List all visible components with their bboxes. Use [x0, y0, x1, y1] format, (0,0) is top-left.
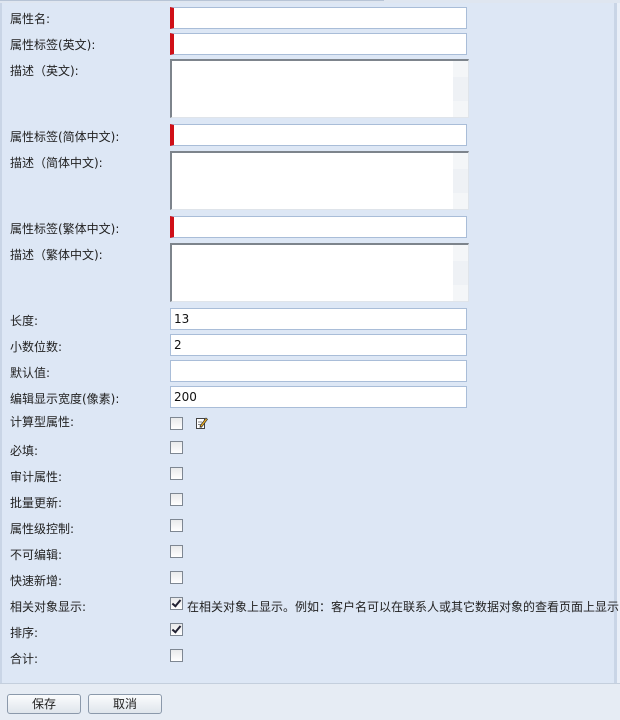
- sort-label: 排序:: [10, 626, 39, 640]
- display-width-input[interactable]: 200: [170, 386, 467, 408]
- length-label: 长度:: [10, 314, 39, 328]
- top-tab-line: [0, 0, 384, 1]
- batch-update-label: 批量更新:: [10, 496, 63, 510]
- computed-checkbox[interactable]: [170, 417, 183, 430]
- desc-en-scrollbar[interactable]: [453, 61, 468, 117]
- desc-zh-cn-scrollbar[interactable]: [453, 153, 468, 209]
- quick-add-label: 快速新增:: [10, 574, 63, 588]
- desc-zh-tw-scrollbar[interactable]: [453, 245, 468, 301]
- desc-zh-cn-textarea[interactable]: [170, 151, 469, 210]
- desc-en-textarea[interactable]: [170, 59, 469, 118]
- cancel-button[interactable]: 取消: [88, 694, 162, 714]
- related-display-label: 相关对象显示:: [10, 600, 87, 614]
- form-footer: 保存 取消: [0, 683, 620, 720]
- audit-label: 审计属性:: [10, 470, 63, 484]
- computed-label: 计算型属性:: [10, 415, 75, 429]
- label-en-input[interactable]: [170, 33, 467, 55]
- attribute-form: 属性名: 属性标签(英文): 描述（英文): 属性标签(简体中文): 描述（简体…: [0, 3, 620, 683]
- decimals-label: 小数位数:: [10, 340, 63, 354]
- decimals-input[interactable]: 2: [170, 334, 467, 356]
- not-editable-label: 不可编辑:: [10, 548, 63, 562]
- sort-checkbox[interactable]: [170, 623, 183, 636]
- desc-zh-tw-textarea[interactable]: [170, 243, 469, 302]
- required-label: 必填:: [10, 444, 39, 458]
- display-width-label: 编辑显示宽度(像素):: [10, 392, 120, 406]
- desc-zh-cn-label: 描述（简体中文):: [10, 156, 103, 170]
- label-zh-cn-label: 属性标签(简体中文):: [10, 130, 120, 144]
- label-zh-tw-input[interactable]: [170, 216, 467, 238]
- related-display-checkbox[interactable]: [170, 597, 183, 610]
- audit-checkbox[interactable]: [170, 467, 183, 480]
- quick-add-checkbox[interactable]: [170, 571, 183, 584]
- desc-en-label: 描述（英文):: [10, 64, 79, 78]
- total-label: 合计:: [10, 652, 39, 666]
- total-checkbox[interactable]: [170, 649, 183, 662]
- not-editable-checkbox[interactable]: [170, 545, 183, 558]
- attr-level-control-checkbox[interactable]: [170, 519, 183, 532]
- label-en-label: 属性标签(英文):: [10, 38, 96, 52]
- desc-zh-tw-label: 描述（繁体中文):: [10, 248, 103, 262]
- batch-update-checkbox[interactable]: [170, 493, 183, 506]
- length-input[interactable]: 13: [170, 308, 467, 330]
- attr-name-label: 属性名:: [10, 12, 51, 26]
- attr-name-input[interactable]: [170, 7, 467, 29]
- required-checkbox[interactable]: [170, 441, 183, 454]
- default-value-label: 默认值:: [10, 366, 51, 380]
- pencil-edit-icon[interactable]: [195, 416, 208, 429]
- related-display-description: 在相关对象上显示。例如：客户名可以在联系人或其它数据对象的查看页面上显示: [187, 600, 620, 614]
- default-value-input[interactable]: [170, 360, 467, 382]
- label-zh-tw-label: 属性标签(繁体中文):: [10, 222, 120, 236]
- label-zh-cn-input[interactable]: [170, 124, 467, 146]
- attr-level-control-label: 属性级控制:: [10, 522, 75, 536]
- save-button[interactable]: 保存: [7, 694, 81, 714]
